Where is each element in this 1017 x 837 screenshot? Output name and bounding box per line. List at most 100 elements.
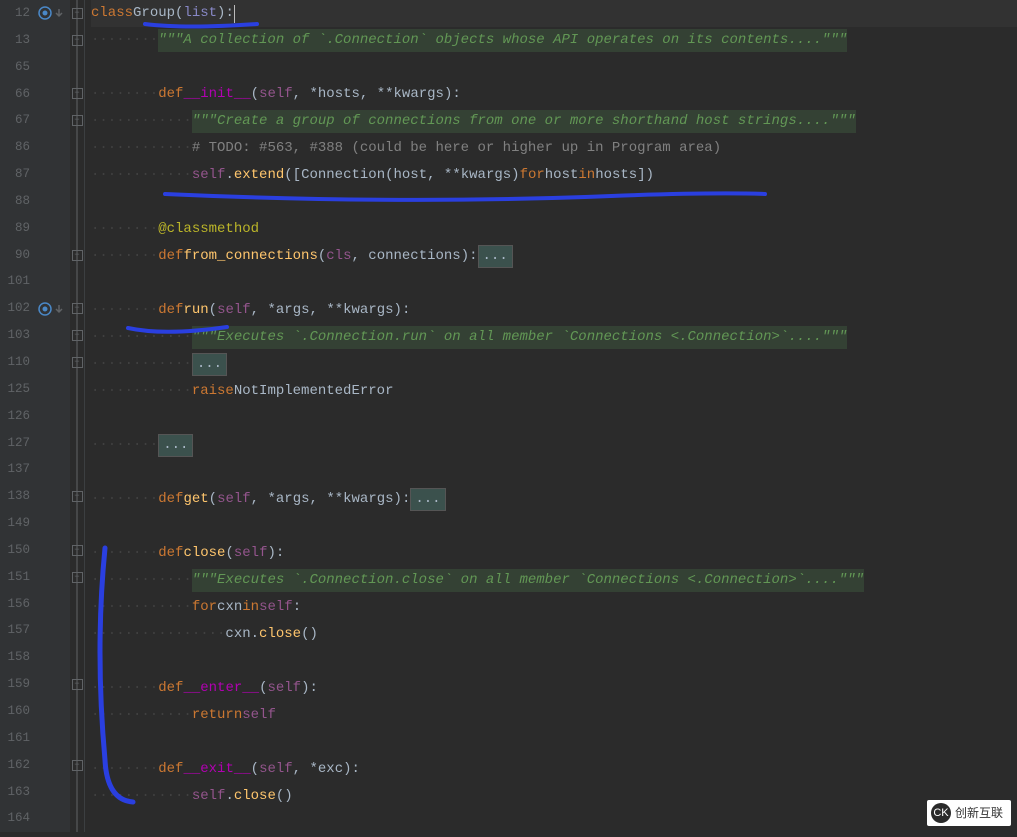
code-line[interactable]: ········def get(self, *args, **kwargs):.… bbox=[91, 486, 1017, 513]
fold-row[interactable] bbox=[70, 778, 84, 805]
line-number: 149 bbox=[0, 514, 34, 533]
code-editor[interactable]: 1213656667868788899010110210311012512612… bbox=[0, 0, 1017, 832]
code-line[interactable]: ············"""Create a group of connect… bbox=[91, 108, 1017, 135]
gutter-row: 89 bbox=[0, 215, 70, 242]
run-gutter-icon[interactable] bbox=[38, 302, 52, 316]
code-line[interactable] bbox=[91, 270, 1017, 297]
fold-row[interactable]: − bbox=[70, 242, 84, 269]
code-line[interactable]: ············"""Executes `.Connection.run… bbox=[91, 324, 1017, 351]
code-line[interactable] bbox=[91, 729, 1017, 756]
gutter-row: 101 bbox=[0, 268, 70, 295]
code-line[interactable] bbox=[91, 513, 1017, 540]
watermark-text: 创新互联 bbox=[955, 804, 1003, 822]
fold-row[interactable]: − bbox=[70, 564, 84, 591]
fold-row[interactable]: − bbox=[70, 27, 84, 54]
fold-row[interactable]: − bbox=[70, 671, 84, 698]
fold-row[interactable] bbox=[70, 403, 84, 430]
code-line[interactable]: ········... bbox=[91, 432, 1017, 459]
folded-region[interactable]: ... bbox=[478, 245, 513, 268]
folded-region[interactable]: ... bbox=[192, 353, 227, 376]
line-number: 150 bbox=[0, 541, 34, 560]
gutter-row: 163 bbox=[0, 778, 70, 805]
gutter-row: 12 bbox=[0, 0, 70, 27]
gutter-row: 88 bbox=[0, 188, 70, 215]
code-line[interactable] bbox=[91, 405, 1017, 432]
fold-row[interactable]: − bbox=[70, 752, 84, 779]
code-area[interactable]: class Group(list): ········"""A collecti… bbox=[85, 0, 1017, 832]
line-number: 151 bbox=[0, 568, 34, 587]
watermark-icon: CK bbox=[931, 803, 951, 823]
gutter-row: 66 bbox=[0, 81, 70, 108]
gutter-row: 149 bbox=[0, 510, 70, 537]
code-line[interactable] bbox=[91, 189, 1017, 216]
code-line[interactable]: ········def from_connections(cls, connec… bbox=[91, 243, 1017, 270]
fold-row[interactable] bbox=[70, 510, 84, 537]
fold-row[interactable] bbox=[70, 617, 84, 644]
fold-row[interactable] bbox=[70, 725, 84, 752]
arrow-down-icon bbox=[54, 304, 64, 314]
fold-row[interactable] bbox=[70, 456, 84, 483]
code-line[interactable] bbox=[91, 648, 1017, 675]
line-number: 65 bbox=[0, 58, 34, 77]
fold-row[interactable] bbox=[70, 188, 84, 215]
code-line[interactable]: ········def run(self, *args, **kwargs): bbox=[91, 297, 1017, 324]
line-number: 110 bbox=[0, 353, 34, 372]
line-number: 89 bbox=[0, 219, 34, 238]
code-line[interactable]: ········def __enter__(self): bbox=[91, 675, 1017, 702]
line-number: 88 bbox=[0, 192, 34, 211]
fold-row[interactable]: − bbox=[70, 537, 84, 564]
line-number: 160 bbox=[0, 702, 34, 721]
line-number: 137 bbox=[0, 460, 34, 479]
code-line[interactable]: ········def __exit__(self, *exc): bbox=[91, 756, 1017, 783]
fold-row[interactable]: − bbox=[70, 107, 84, 134]
line-number: 157 bbox=[0, 621, 34, 640]
code-line[interactable] bbox=[91, 459, 1017, 486]
gutter-row: 125 bbox=[0, 376, 70, 403]
line-number: 125 bbox=[0, 380, 34, 399]
code-line[interactable] bbox=[91, 54, 1017, 81]
line-number: 103 bbox=[0, 326, 34, 345]
run-gutter-icon[interactable] bbox=[38, 6, 52, 20]
gutter-row: 151 bbox=[0, 564, 70, 591]
fold-row[interactable]: − bbox=[70, 81, 84, 108]
code-line[interactable]: ············return self bbox=[91, 702, 1017, 729]
fold-gutter[interactable]: −−−−−−−−−−−−− bbox=[70, 0, 85, 832]
folded-region[interactable]: ... bbox=[158, 434, 193, 457]
arrow-down-icon bbox=[54, 8, 64, 18]
code-line[interactable]: ················cxn.close() bbox=[91, 621, 1017, 648]
fold-row[interactable] bbox=[70, 134, 84, 161]
code-line[interactable]: ············self.extend([Connection(host… bbox=[91, 162, 1017, 189]
code-line[interactable]: ········def __init__(self, *hosts, **kwa… bbox=[91, 81, 1017, 108]
code-line[interactable]: class Group(list): bbox=[91, 0, 1017, 27]
fold-row[interactable] bbox=[70, 698, 84, 725]
fold-row[interactable] bbox=[70, 591, 84, 618]
folded-region[interactable]: ... bbox=[410, 488, 445, 511]
fold-row[interactable]: − bbox=[70, 349, 84, 376]
code-line[interactable]: ············for cxn in self: bbox=[91, 594, 1017, 621]
fold-row[interactable] bbox=[70, 268, 84, 295]
gutter-row: 110 bbox=[0, 349, 70, 376]
fold-row[interactable] bbox=[70, 430, 84, 457]
fold-row[interactable] bbox=[70, 54, 84, 81]
fold-row[interactable] bbox=[70, 805, 84, 832]
code-line[interactable]: ············self.close() bbox=[91, 783, 1017, 810]
fold-row[interactable]: − bbox=[70, 483, 84, 510]
line-number: 161 bbox=[0, 729, 34, 748]
fold-row[interactable] bbox=[70, 161, 84, 188]
fold-row[interactable] bbox=[70, 376, 84, 403]
fold-row[interactable] bbox=[70, 215, 84, 242]
fold-row[interactable]: − bbox=[70, 295, 84, 322]
code-line[interactable]: ········@classmethod bbox=[91, 216, 1017, 243]
code-line[interactable]: ············raise NotImplementedError bbox=[91, 378, 1017, 405]
code-line[interactable]: ············... bbox=[91, 351, 1017, 378]
code-line[interactable]: ········def close(self): bbox=[91, 540, 1017, 567]
code-line[interactable]: ········"""A collection of `.Connection`… bbox=[91, 27, 1017, 54]
line-number: 86 bbox=[0, 138, 34, 157]
fold-row[interactable]: − bbox=[70, 322, 84, 349]
fold-row[interactable]: − bbox=[70, 0, 84, 27]
code-line[interactable] bbox=[91, 810, 1017, 837]
code-line[interactable]: ············"""Executes `.Connection.clo… bbox=[91, 567, 1017, 594]
code-line[interactable]: ············# TODO: #563, #388 (could be… bbox=[91, 135, 1017, 162]
fold-row[interactable] bbox=[70, 644, 84, 671]
gutter-row: 102 bbox=[0, 295, 70, 322]
